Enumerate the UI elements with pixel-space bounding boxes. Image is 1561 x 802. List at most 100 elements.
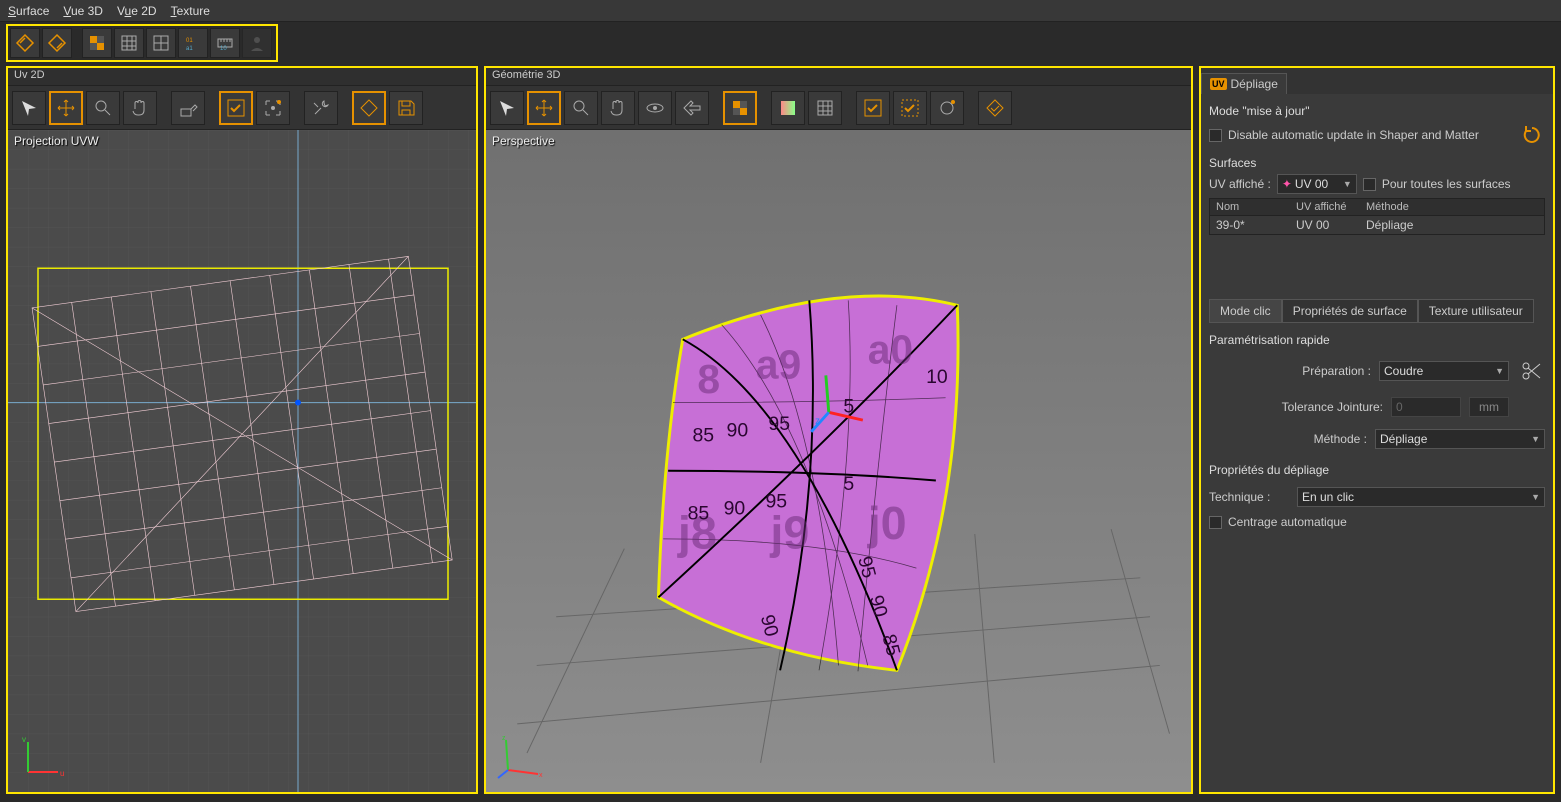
uv-move-icon[interactable]: [49, 91, 83, 125]
tab-depliage-label: Dépliage: [1231, 77, 1278, 91]
toolbar-rhombus-left-icon[interactable]: [10, 28, 40, 58]
mode-update-title: Mode "mise à jour": [1209, 104, 1545, 118]
svg-text:u: u: [60, 769, 64, 778]
geo-shade1-icon[interactable]: [771, 91, 805, 125]
svg-text:01: 01: [186, 38, 193, 44]
geo-zoom-icon[interactable]: [564, 91, 598, 125]
geo-axis-gizmo-icon: x z: [496, 732, 546, 782]
menubar: SSurfaceurface Vue 3D Vue 2D Texture: [0, 0, 1561, 22]
svg-text:a9: a9: [756, 341, 801, 387]
preparation-label: Préparation :: [1209, 364, 1371, 378]
disable-auto-checkbox[interactable]: [1209, 129, 1222, 142]
refresh-icon[interactable]: [1519, 122, 1545, 148]
toolbar-binary-icon[interactable]: 01a1: [178, 28, 208, 58]
geo-arrow-icon[interactable]: [490, 91, 524, 125]
geo-orbit-icon[interactable]: [638, 91, 672, 125]
surfaces-table: Nom UV affiché Méthode 39-0* UV 00 Dépli…: [1209, 198, 1545, 235]
uv-viewport-label: Projection UVW: [14, 134, 99, 148]
tab-modeclic[interactable]: Mode clic: [1209, 299, 1282, 323]
uv-hand-icon[interactable]: [123, 91, 157, 125]
svg-text:z: z: [815, 416, 820, 427]
pour-toutes-checkbox[interactable]: [1363, 178, 1376, 191]
menu-texture[interactable]: Texture: [171, 4, 210, 18]
disable-auto-label: Disable automatic update in Shaper and M…: [1228, 128, 1479, 142]
uv-check1-icon[interactable]: [219, 91, 253, 125]
technique-label: Technique :: [1209, 490, 1289, 504]
col-nom[interactable]: Nom: [1210, 199, 1290, 215]
toolbar-checker-icon[interactable]: [82, 28, 112, 58]
tolerance-input[interactable]: [1391, 397, 1461, 417]
panel-geo-3d: Géométrie 3D: [484, 66, 1193, 794]
tab-prop-surface[interactable]: Propriétés de surface: [1282, 299, 1418, 323]
table-row[interactable]: 39-0* UV 00 Dépliage: [1210, 216, 1544, 234]
preparation-select[interactable]: Coudre▼: [1379, 361, 1509, 381]
geo-target-icon[interactable]: [930, 91, 964, 125]
uv-badge-icon: UV: [1210, 78, 1227, 90]
prop-depliage-header: Propriétés du dépliage: [1209, 463, 1545, 477]
geo-checker-icon[interactable]: [723, 91, 757, 125]
menu-vue3d[interactable]: Vue 3D: [63, 4, 103, 18]
scissors-icon[interactable]: [1517, 357, 1545, 385]
svg-text:10: 10: [220, 46, 227, 52]
uv-diamond-icon[interactable]: [352, 91, 386, 125]
methode-label: Méthode :: [1209, 432, 1367, 446]
svg-text:5: 5: [843, 395, 854, 417]
geo-move-icon[interactable]: [527, 91, 561, 125]
geo-wire-icon[interactable]: [808, 91, 842, 125]
geo-ck1-icon[interactable]: [856, 91, 890, 125]
tab-texture-util[interactable]: Texture utilisateur: [1418, 299, 1534, 323]
geo-ck2-icon[interactable]: [893, 91, 927, 125]
svg-text:j9: j9: [769, 507, 809, 559]
svg-text:95: 95: [765, 491, 787, 513]
uv-arrow-icon[interactable]: [12, 91, 46, 125]
pour-toutes-label: Pour toutes les surfaces: [1382, 177, 1511, 191]
svg-text:90: 90: [727, 420, 749, 442]
centrage-auto-checkbox[interactable]: [1209, 516, 1222, 529]
uv-wrench-icon[interactable]: [304, 91, 338, 125]
uv-tweak-icon[interactable]: [171, 91, 205, 125]
uv-affiche-select[interactable]: ✦UV 00▼: [1277, 174, 1357, 194]
toolbar-ruler-icon[interactable]: 10: [210, 28, 240, 58]
geo-diamond-icon[interactable]: [978, 91, 1012, 125]
uv-affiche-label: UV affiché :: [1209, 177, 1271, 191]
panel-uv-title: Uv 2D: [8, 68, 476, 86]
methode-select[interactable]: Dépliage▼: [1375, 429, 1545, 449]
uv-save-icon[interactable]: [389, 91, 423, 125]
tab-depliage[interactable]: UV Dépliage: [1201, 73, 1287, 94]
uv-target-icon[interactable]: [256, 91, 290, 125]
technique-select[interactable]: En un clic▼: [1297, 487, 1545, 507]
svg-text:5: 5: [843, 473, 854, 495]
toolbar-rhombus-right-icon[interactable]: [42, 28, 72, 58]
uv-toolbar: [8, 86, 476, 130]
svg-text:85: 85: [688, 502, 710, 524]
col-methode[interactable]: Méthode: [1360, 199, 1544, 215]
menu-surface[interactable]: SSurfaceurface: [8, 4, 49, 18]
svg-text:90: 90: [724, 498, 746, 520]
toolbar-main: 01a1 10: [6, 24, 278, 62]
svg-text:85: 85: [692, 425, 714, 447]
menu-vue2d[interactable]: Vue 2D: [117, 4, 157, 18]
svg-text:a0: a0: [868, 327, 913, 373]
uv-viewport[interactable]: Projection UVW uv: [8, 130, 476, 792]
toolbar-grid-icon[interactable]: [114, 28, 144, 58]
tolerance-unit: mm: [1469, 397, 1509, 417]
svg-text:z: z: [502, 735, 506, 742]
surfaces-header: Surfaces: [1209, 156, 1545, 170]
panel-right: UV Dépliage Mode "mise à jour" Disable a…: [1199, 66, 1555, 794]
centrage-auto-label: Centrage automatique: [1228, 515, 1347, 529]
col-uvaffiche[interactable]: UV affiché: [1290, 199, 1360, 215]
toolbar-grid-plus-icon[interactable]: [146, 28, 176, 58]
geo-viewport[interactable]: 8 a9 a0 j8 j9 j0 859095 510 859095 5 95 …: [486, 130, 1191, 792]
uv-zoom-icon[interactable]: [86, 91, 120, 125]
geo-fly-icon[interactable]: [675, 91, 709, 125]
uv-axis-gizmo-icon: uv: [18, 732, 68, 782]
panel-geo-title: Géométrie 3D: [486, 68, 1191, 86]
svg-text:10: 10: [926, 366, 948, 388]
svg-text:x: x: [539, 772, 543, 779]
geo-viewport-label: Perspective: [492, 134, 555, 148]
toolbar-person-icon[interactable]: [242, 28, 272, 58]
svg-text:v: v: [22, 735, 26, 744]
tolerance-label: Tolerance Jointure:: [1209, 400, 1383, 414]
panel-uv-2d: Uv 2D: [6, 66, 478, 794]
geo-hand-icon[interactable]: [601, 91, 635, 125]
